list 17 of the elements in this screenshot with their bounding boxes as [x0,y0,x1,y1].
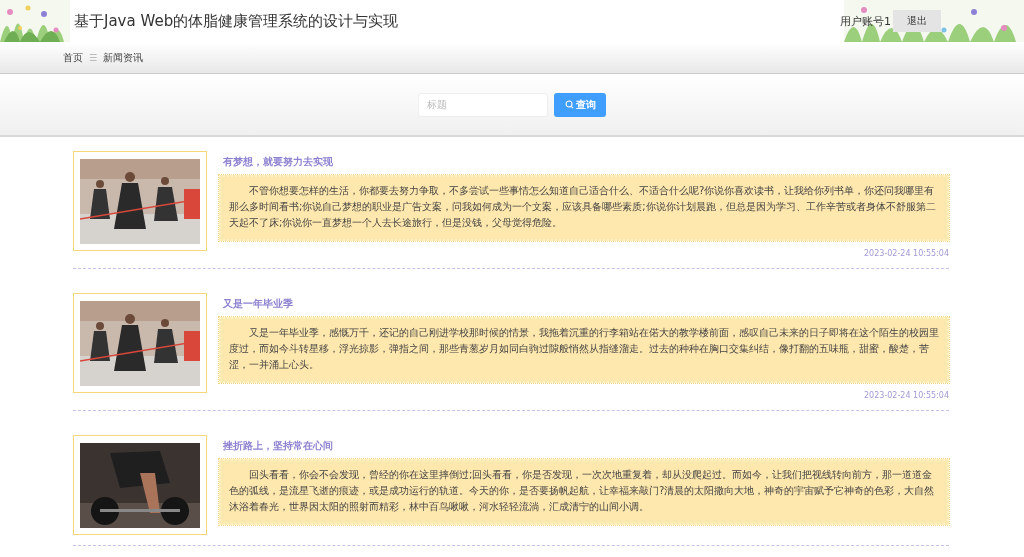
breadcrumb-separator: ☰ [89,52,98,63]
news-time: 2023-02-24 10:55:04 [864,391,949,400]
news-time: 2023-02-24 10:55:04 [864,249,949,258]
user-account: 用户账号1 [840,13,891,29]
news-title[interactable]: 又是一年毕业季 [223,297,949,311]
search-button[interactable]: 查询 [554,92,606,117]
logout-button[interactable]: 退出 [893,10,941,32]
breadcrumb-link[interactable]: 新闻资讯 [103,50,144,65]
search-icon [564,100,574,109]
title-search-field[interactable]: 标题 [418,92,548,117]
breadcrumb-link[interactable]: 首页 [63,50,83,65]
site-title: 基于Java Web的体脂健康管理系统的设计与实现 [74,11,400,31]
news-summary: 不管你想要怎样的生活，你都要去努力争取，不多尝试一些事情怎么知道自己适合什么、不适合什么呢?你说你喜欢读书，让我给你列书单，你还问我哪里有那么多时间看书;你说自己梦想的职业是广告文案，问我如何成为一个文案，应该具备哪些素质;你说你计划晨跑，但总是因为学习、工作辛苦或者身体不舒服第二天起不了床;你说你一直梦想一个人去长途旅行，但是没钱，父母觉得危险。 [219,175,949,241]
news-summary: 回头看看，你会不会发现，曾经的你在这里摔倒过;回头看看，你是否发现，一次次地重复着，却从没爬起过。而如今，让我们把视线转向前方，那一道道金色的弧线，是流星飞逝的痕迹，或是成功运行的轨道。今天的你，是否要扬帆起航，让幸福来敲门?清晨的太阳撒向大地，神奇的宇宙赋予它神奇的色彩，大自然沐浴着春光，世界因太阳的照射而精彩，林中百鸟啾啾，河水轻轻流淌，汇成清宁的山间小调。 [219,459,949,525]
news-summary: 又是一年毕业季，感慨万千，还记的自己刚进学校那时候的情景，我拖着沉重的行李箱站在偌大的教学楼前面，感叹自己未来的日子即将在这个陌生的校园里度过，而如今斗转星移，浮光掠影，弹指之间，那些青葱岁月如同白驹过隙般悄然从指缝溜走。过去的种种在胸口交集纠结，像打翻的五味瓶，甜蜜，酸楚，苦涩，一并涌上心头。 [219,317,949,383]
news-title[interactable]: 有梦想，就要努力去实现 [223,155,949,169]
news-title[interactable]: 挫折路上，坚持常在心间 [223,439,949,453]
